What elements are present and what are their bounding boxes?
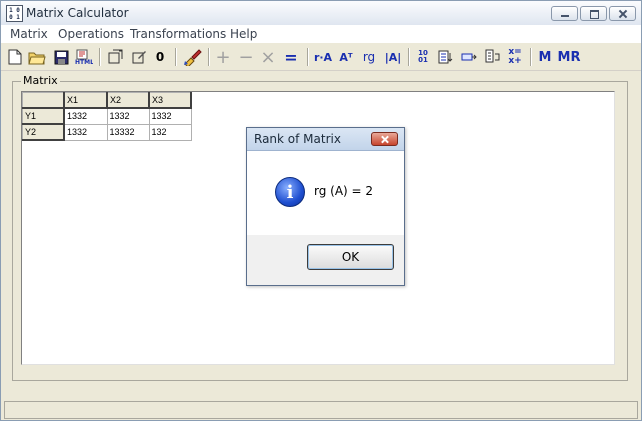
matrix-cell[interactable]: 1332 bbox=[148, 107, 192, 125]
transpose-button[interactable]: Aᵀ bbox=[338, 47, 354, 67]
menu-bar: Matrix Operations Transformations Help bbox=[1, 25, 641, 43]
scalar-multiply-button[interactable]: r·A bbox=[312, 47, 334, 67]
main-window: 1 0 0 1 Matrix Calculator Matrix Operati… bbox=[0, 0, 642, 421]
equals-button[interactable]: = bbox=[283, 47, 299, 67]
corner-cell bbox=[22, 92, 65, 109]
column-op-icon bbox=[485, 49, 500, 63]
column-operation-button[interactable] bbox=[482, 47, 502, 67]
open-file-button[interactable] bbox=[27, 47, 47, 67]
status-bar bbox=[4, 401, 638, 419]
rank-button[interactable]: rg bbox=[359, 47, 379, 67]
solve-button[interactable]: x= x+ bbox=[506, 47, 524, 67]
memory-recall-button[interactable]: MR bbox=[558, 47, 581, 67]
zero-matrix-button[interactable]: 0 bbox=[152, 47, 168, 67]
edit-icon bbox=[132, 51, 146, 64]
clear-button[interactable] bbox=[181, 47, 203, 67]
table-row: Y2 1332 13332 132 bbox=[22, 123, 192, 141]
new-file-icon bbox=[8, 49, 22, 65]
row-header: Y2 bbox=[22, 123, 65, 141]
identity-matrix-button[interactable]: 10 01 bbox=[414, 47, 432, 67]
brush-icon bbox=[184, 49, 202, 66]
dialog-body: i rg (A) = 2 bbox=[247, 151, 404, 235]
header-row: X1 X2 X3 bbox=[22, 92, 192, 109]
row-header: Y1 bbox=[22, 107, 65, 125]
toolbar-separator bbox=[208, 48, 210, 66]
minimize-button[interactable] bbox=[551, 6, 578, 21]
menu-matrix[interactable]: Matrix bbox=[10, 27, 48, 41]
toolbar-separator bbox=[307, 48, 309, 66]
matrix-cell[interactable]: 13332 bbox=[106, 123, 150, 141]
svg-text:HTML: HTML bbox=[75, 59, 93, 65]
edit-matrix-button[interactable] bbox=[129, 47, 149, 67]
menu-operations[interactable]: Operations bbox=[58, 27, 124, 41]
multiply-button[interactable]: × bbox=[260, 47, 276, 68]
matrix-cell[interactable]: 1332 bbox=[63, 123, 108, 141]
column-header: X2 bbox=[106, 92, 150, 109]
matrix-table: X1 X2 X3 Y1 1332 1332 1332 Y2 1332 13332… bbox=[22, 92, 192, 141]
export-html-button[interactable]: HTML bbox=[74, 47, 94, 67]
column-header: X3 bbox=[148, 92, 192, 109]
column-header: X1 bbox=[63, 92, 108, 109]
add-button[interactable]: + bbox=[215, 47, 231, 68]
row-operation-button[interactable] bbox=[459, 47, 479, 67]
title-bar[interactable]: 1 0 0 1 Matrix Calculator bbox=[1, 1, 641, 26]
resize-icon bbox=[108, 49, 123, 64]
save-button[interactable] bbox=[51, 47, 71, 67]
toolbar-separator bbox=[530, 48, 532, 66]
swap-rows-icon bbox=[438, 50, 453, 64]
open-folder-icon bbox=[28, 52, 46, 64]
swap-rows-button[interactable] bbox=[436, 47, 456, 67]
determinant-button[interactable]: |A| bbox=[383, 47, 403, 67]
menu-help[interactable]: Help bbox=[230, 27, 257, 41]
matrix-cell[interactable]: 1332 bbox=[106, 107, 150, 125]
dialog-message: rg (A) = 2 bbox=[314, 184, 374, 198]
dialog-title-bar[interactable]: Rank of Matrix bbox=[247, 128, 404, 151]
toolbar-separator bbox=[99, 48, 101, 66]
toolbar-separator bbox=[408, 48, 410, 66]
maximize-button[interactable] bbox=[580, 6, 607, 21]
window-title: Matrix Calculator bbox=[26, 6, 129, 20]
matrix-group-label: Matrix bbox=[21, 74, 60, 87]
dialog-title: Rank of Matrix bbox=[254, 132, 341, 146]
rank-dialog: Rank of Matrix i rg (A) = 2 OK bbox=[246, 127, 405, 286]
menu-transformations[interactable]: Transformations bbox=[130, 27, 226, 41]
close-button[interactable] bbox=[609, 6, 636, 21]
save-icon bbox=[54, 50, 68, 64]
memory-button[interactable]: M bbox=[537, 47, 553, 67]
matrix-cell[interactable]: 132 bbox=[148, 123, 192, 141]
info-icon: i bbox=[275, 177, 305, 207]
app-icon: 1 0 0 1 bbox=[6, 5, 23, 22]
html-export-icon: HTML bbox=[75, 49, 93, 65]
subtract-button[interactable]: − bbox=[238, 47, 254, 68]
solve-icon: x= x+ bbox=[508, 47, 522, 66]
resize-matrix-button[interactable] bbox=[105, 47, 125, 67]
toolbar-separator bbox=[175, 48, 177, 66]
row-op-icon bbox=[461, 53, 477, 61]
toolbar: HTML 0 + − × = r·A Aᵀ rg |A| 10 01 x= x+… bbox=[1, 44, 641, 71]
dialog-close-button[interactable] bbox=[371, 132, 398, 146]
matrix-cell[interactable]: 1332 bbox=[63, 107, 108, 125]
table-row: Y1 1332 1332 1332 bbox=[22, 107, 192, 125]
ok-button[interactable]: OK bbox=[307, 244, 394, 270]
new-file-button[interactable] bbox=[5, 47, 25, 67]
